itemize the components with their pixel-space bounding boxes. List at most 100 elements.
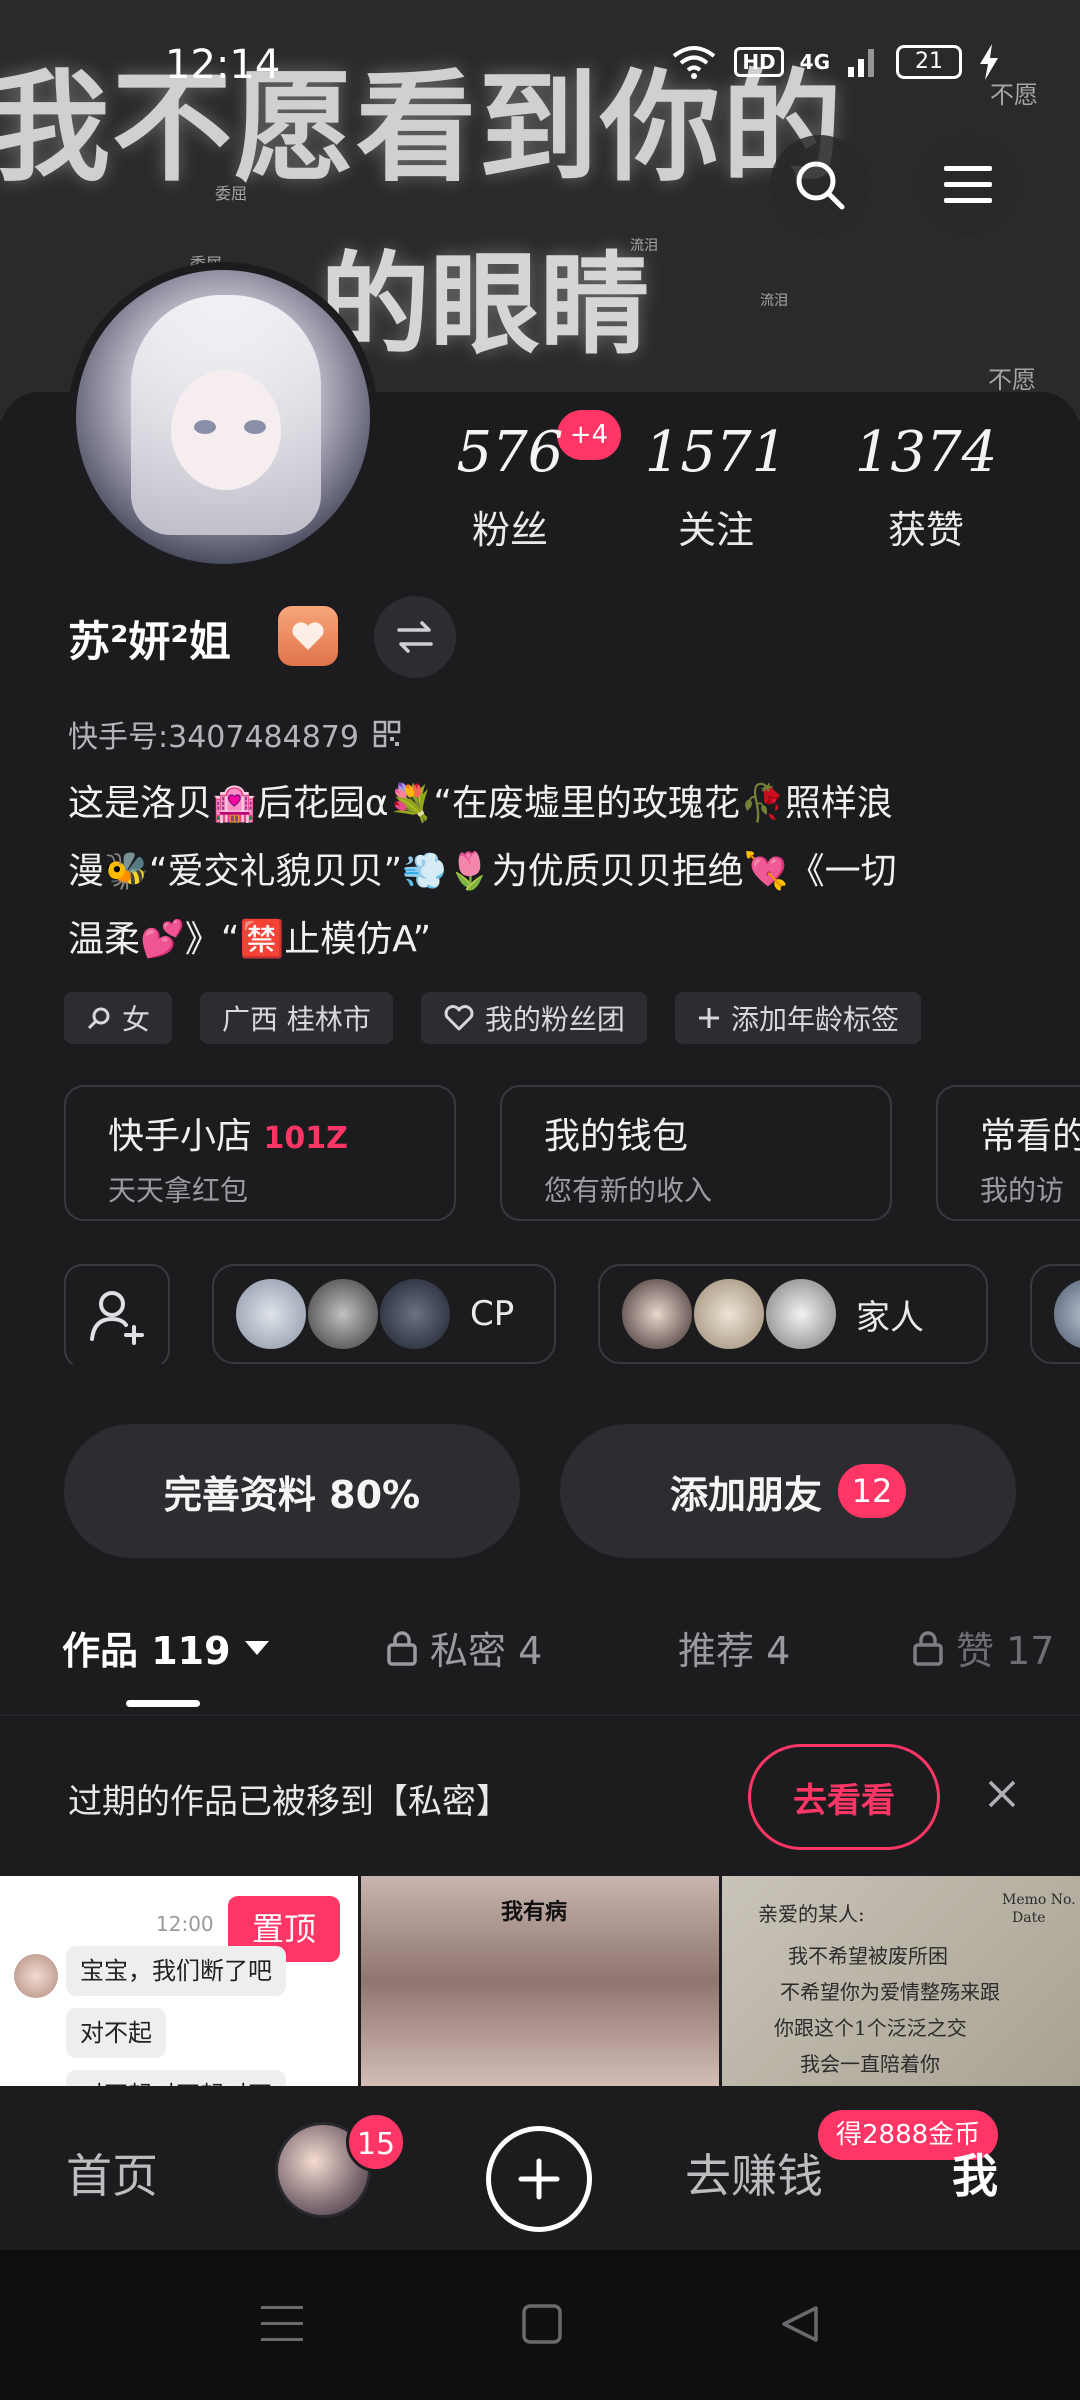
group-member-avatar	[764, 1277, 838, 1351]
card-frequently-viewed[interactable]: 常看的 我的访	[936, 1085, 1080, 1221]
chat-bubble: 宝宝，我们断了吧	[66, 1946, 286, 1996]
work-thumbnail[interactable]: Memo No. Date 亲爱的某人: 我不希望被废所困 不希望你为爱情整殇来…	[722, 1876, 1080, 2086]
complete-profile-label: 完善资料 80%	[163, 1472, 421, 1517]
card-subtitle: 您有新的收入	[544, 1174, 713, 1207]
notice-text: 过期的作品已被移到【私密】	[68, 1782, 510, 1822]
group-family[interactable]: 家人	[598, 1264, 988, 1364]
plus-icon	[698, 1008, 719, 1028]
tab-recommended[interactable]: 推荐 4	[678, 1620, 790, 1675]
menu-button[interactable]	[918, 135, 1018, 235]
kuaishou-id-row[interactable]: 快手号:3407484879	[68, 712, 401, 756]
profile-tags: 女 广西 桂林市 我的粉丝团 添加年龄标签	[64, 992, 921, 1044]
switch-account-button[interactable]	[374, 596, 456, 678]
tag-label: 添加年龄标签	[730, 1003, 899, 1036]
stat-label: 粉丝	[471, 508, 548, 552]
tab-private[interactable]: 私密 4	[386, 1620, 542, 1675]
nav-earn[interactable]: 去赚钱	[685, 2140, 823, 2206]
wifi-icon	[673, 46, 716, 79]
qr-code-icon[interactable]	[373, 720, 401, 748]
nav-home[interactable]: 首页	[66, 2140, 158, 2206]
back-button[interactable]	[770, 2294, 830, 2354]
group-cp[interactable]: CP	[212, 1264, 556, 1364]
friend-groups: CP 家人	[64, 1264, 1080, 1364]
hd-indicator: HD	[734, 47, 784, 77]
letter-line: 不希望你为爱情整殇来跟	[780, 1980, 1000, 2004]
chat-bubble: 对不起	[66, 2008, 166, 2058]
status-time: 12:14	[165, 42, 281, 88]
stat-value: 1374	[854, 420, 998, 485]
profile-bio: 这是洛贝🏩后花园α💐“在废墟里的玫瑰花🥀照样浪 漫🐝“爱交礼貌贝贝”💨🌷为优质贝…	[68, 770, 1028, 974]
status-icons: HD 4G 21	[670, 44, 1000, 80]
tab-works[interactable]: 作品 119	[62, 1620, 271, 1675]
female-icon	[87, 1007, 110, 1030]
card-title: 常看的	[980, 1116, 1080, 1157]
banner-small-word: 流泪	[630, 238, 658, 254]
card-highlight: 101Z	[263, 1121, 348, 1156]
thumbnail-caption: 我有病	[501, 1900, 568, 1925]
group-member-avatar	[234, 1277, 308, 1351]
bio-line: 温柔💕》“🈲止模仿A”	[68, 919, 432, 960]
work-thumbnail[interactable]: 我有病	[361, 1876, 719, 2086]
back-triangle-icon	[782, 2306, 818, 2342]
expired-works-notice: 过期的作品已被移到【私密】 去看看	[0, 1714, 1080, 1876]
stat-value: 1571	[644, 420, 788, 485]
work-thumbnail[interactable]: 12:00 置顶 宝宝，我们断了吧 对不起 对不起对不起对不	[0, 1876, 358, 2086]
group-member-avatar	[692, 1277, 766, 1351]
stat-following[interactable]: 1571 关注	[616, 420, 816, 554]
group-member-avatar	[306, 1277, 380, 1351]
avatar-eye	[244, 420, 266, 434]
group-label: CP	[470, 1294, 515, 1334]
tag-location[interactable]: 广西 桂林市	[200, 992, 393, 1044]
profile-avatar[interactable]	[68, 262, 378, 572]
complete-profile-button[interactable]: 完善资料 80%	[64, 1424, 520, 1558]
card-title: 我的钱包	[544, 1116, 689, 1157]
group-member-avatar	[378, 1277, 452, 1351]
close-icon	[988, 1780, 1016, 1808]
home-button[interactable]	[512, 2294, 572, 2354]
nav-friends-badge: 15	[346, 2112, 406, 2172]
group-partial[interactable]	[1030, 1264, 1080, 1364]
add-friend-group-button[interactable]	[64, 1264, 170, 1364]
bio-line: 漫🐝“爱交礼貌贝贝”💨🌷为优质贝贝拒绝💘《一切	[68, 851, 897, 892]
menu-lines-icon	[261, 2306, 303, 2341]
lock-icon	[387, 1630, 417, 1666]
tag-label: 广西 桂林市	[222, 1003, 371, 1036]
close-notice-button[interactable]	[980, 1772, 1024, 1816]
recent-apps-button[interactable]	[252, 2294, 312, 2354]
add-friends-label: 添加朋友	[669, 1472, 822, 1517]
tag-gender[interactable]: 女	[64, 992, 173, 1044]
letter-line: 我不希望被废所困	[788, 1944, 948, 1968]
banner-small-word: 委屈	[215, 184, 248, 203]
search-button[interactable]	[770, 135, 870, 235]
nav-me[interactable]: 我	[952, 2140, 998, 2206]
group-member-avatar	[620, 1277, 694, 1351]
level-badge-icon[interactable]	[278, 606, 338, 666]
lock-icon	[913, 1630, 943, 1666]
group-member-avatar	[1052, 1277, 1080, 1351]
create-post-button[interactable]	[486, 2126, 592, 2232]
add-friends-button[interactable]: 添加朋友 12	[560, 1424, 1016, 1558]
charging-icon	[980, 44, 998, 80]
card-subtitle: 天天拿红包	[108, 1174, 249, 1207]
banner-text-line2: 的眼睛	[320, 240, 650, 369]
signal-4g-label: 4G	[799, 50, 830, 74]
kuaishou-id: 快手号:3407484879	[68, 720, 359, 755]
stat-fans[interactable]: 576 粉丝	[410, 420, 610, 554]
status-bar: 12:14 HD 4G 21	[0, 0, 1080, 110]
service-cards: 快手小店 101Z 天天拿红包 我的钱包 您有新的收入 常看的 我的访	[64, 1085, 1080, 1221]
stat-likes[interactable]: 1374 获赞	[826, 420, 1026, 554]
tag-fan-club[interactable]: 我的粉丝团	[420, 992, 647, 1044]
works-grid: 12:00 置顶 宝宝，我们断了吧 对不起 对不起对不起对不 我有病 Memo …	[0, 1876, 1080, 2086]
tab-label: 作品 119	[62, 1629, 231, 1673]
card-wallet[interactable]: 我的钱包 您有新的收入	[500, 1085, 892, 1221]
caret-down-icon	[244, 1640, 269, 1655]
card-shop[interactable]: 快手小店 101Z 天天拿红包	[64, 1085, 456, 1221]
add-friends-count-badge: 12	[838, 1464, 906, 1518]
profile-stats: 576 粉丝 1571 关注 1374 获赞	[420, 420, 1040, 570]
tag-add-age[interactable]: 添加年龄标签	[674, 992, 921, 1044]
tab-label: 私密 4	[430, 1629, 543, 1673]
go-view-button[interactable]: 去看看	[748, 1744, 940, 1850]
card-title: 快手小店 101Z	[108, 1107, 412, 1159]
switch-arrows-icon	[397, 621, 433, 653]
tab-likes[interactable]: 赞 17	[912, 1620, 1054, 1675]
